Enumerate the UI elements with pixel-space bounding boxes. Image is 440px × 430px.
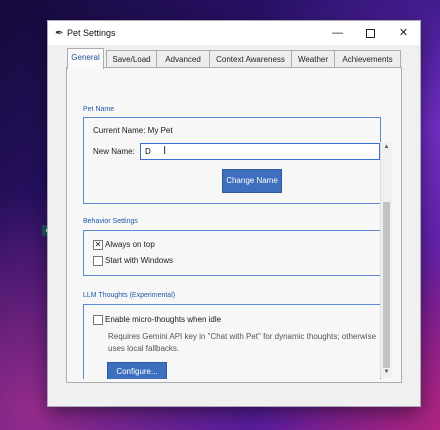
enable-micro-thoughts-label[interactable]: Enable micro-thoughts when idle [105,315,221,324]
maximize-button[interactable] [354,21,387,45]
start-with-windows-checkbox[interactable] [93,256,103,266]
change-name-button[interactable]: Change Name [222,169,282,193]
minimize-button[interactable]: — [321,21,354,45]
title-bar[interactable]: ✒ Pet Settings — ✕ [48,21,420,45]
llm-thoughts-heading: LLM Thoughts (Experimental) [83,292,176,299]
enable-micro-thoughts-checkbox[interactable] [93,315,103,325]
close-button[interactable]: ✕ [387,21,420,45]
llm-description: Requires Gemini API key in "Chat with Pe… [108,332,377,353]
configure-button[interactable]: Configure... [107,362,167,379]
new-name-label: New Name: [93,147,135,156]
vertical-scrollbar[interactable]: ▲ ▼ [380,142,392,378]
text-cursor-icon: Ⅰ [163,145,167,157]
always-on-top-checkbox[interactable]: ✕ [93,240,103,250]
pet-name-heading: Pet Name [83,106,115,113]
current-name-label: Current Name: My Pet [93,126,173,135]
maximize-icon [366,28,375,38]
scroll-up-icon[interactable]: ▲ [381,142,392,152]
window-title: Pet Settings [67,28,116,38]
behavior-settings-heading: Behavior Settings [83,218,138,225]
new-name-input[interactable] [140,143,380,160]
feather-icon: ✒ [55,28,64,39]
tab-general[interactable]: General [67,48,104,69]
scroll-down-icon[interactable]: ▼ [381,367,392,377]
scroll-thumb[interactable] [383,202,390,368]
start-with-windows-label[interactable]: Start with Windows [105,256,173,265]
always-on-top-label[interactable]: Always on top [105,240,155,249]
behavior-settings-group [83,230,381,276]
